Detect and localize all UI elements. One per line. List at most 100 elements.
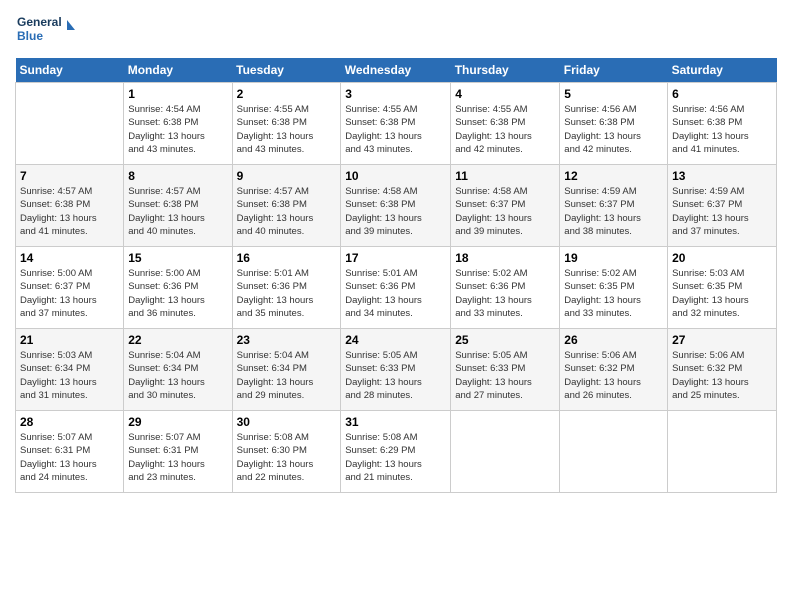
day-info: Sunrise: 5:06 AM Sunset: 6:32 PM Dayligh… (672, 349, 772, 402)
page-container: General Blue SundayMondayTuesdayWednesda… (0, 0, 792, 503)
header-sunday: Sunday (16, 58, 124, 83)
day-number: 6 (672, 87, 772, 101)
day-cell: 14Sunrise: 5:00 AM Sunset: 6:37 PM Dayli… (16, 247, 124, 329)
header-saturday: Saturday (668, 58, 777, 83)
day-info: Sunrise: 5:03 AM Sunset: 6:35 PM Dayligh… (672, 267, 772, 320)
day-cell: 25 Sunrise: 5:05 AM Sunset: 6:33 PM Dayli… (451, 329, 560, 411)
day-cell: 17 Sunrise: 5:01 AM Sunset: 6:36 PM Dayli… (341, 247, 451, 329)
header: General Blue (15, 10, 777, 50)
day-cell: 5Sunrise: 4:56 AM Sunset: 6:38 PM Daylig… (560, 83, 668, 165)
day-cell (560, 411, 668, 493)
day-cell: 29Sunrise: 5:07 AM Sunset: 6:31 PM Dayli… (124, 411, 232, 493)
day-info: Sunrise: 4:55 AM Sunset: 6:38 PM Dayligh… (455, 103, 555, 156)
day-info: Sunrise: 5:07 AM Sunset: 6:31 PM Dayligh… (20, 431, 119, 484)
day-info: Sunrise: 4:58 AM Sunset: 6:37 PM Dayligh… (455, 185, 555, 238)
day-info: Sunrise: 5:01 AM Sunset: 6:36 PM Dayligh… (237, 267, 337, 320)
day-cell: 24 Sunrise: 5:05 AM Sunset: 6:33 PM Dayli… (341, 329, 451, 411)
day-number: 12 (564, 169, 663, 183)
week-row-3: 14Sunrise: 5:00 AM Sunset: 6:37 PM Dayli… (16, 247, 777, 329)
day-cell: 27 Sunrise: 5:06 AM Sunset: 6:32 PM Dayli… (668, 329, 777, 411)
day-cell: 23 Sunrise: 5:04 AM Sunset: 6:34 PM Dayli… (232, 329, 341, 411)
header-thursday: Thursday (451, 58, 560, 83)
day-cell: 1Sunrise: 4:54 AM Sunset: 6:38 PM Daylig… (124, 83, 232, 165)
day-info: Sunrise: 5:04 AM Sunset: 6:34 PM Dayligh… (128, 349, 227, 402)
day-number: 28 (20, 415, 119, 429)
day-cell (451, 411, 560, 493)
day-info: Sunrise: 5:07 AM Sunset: 6:31 PM Dayligh… (128, 431, 227, 484)
header-monday: Monday (124, 58, 232, 83)
header-wednesday: Wednesday (341, 58, 451, 83)
day-info: Sunrise: 4:56 AM Sunset: 6:38 PM Dayligh… (564, 103, 663, 156)
day-number: 27 (672, 333, 772, 347)
day-info: Sunrise: 5:03 AM Sunset: 6:34 PM Dayligh… (20, 349, 119, 402)
day-number: 9 (237, 169, 337, 183)
day-number: 11 (455, 169, 555, 183)
week-row-1: 1Sunrise: 4:54 AM Sunset: 6:38 PM Daylig… (16, 83, 777, 165)
day-number: 2 (237, 87, 337, 101)
svg-text:Blue: Blue (17, 29, 43, 43)
day-number: 15 (128, 251, 227, 265)
day-number: 4 (455, 87, 555, 101)
day-info: Sunrise: 4:58 AM Sunset: 6:38 PM Dayligh… (345, 185, 446, 238)
week-row-2: 7Sunrise: 4:57 AM Sunset: 6:38 PM Daylig… (16, 165, 777, 247)
day-cell: 11 Sunrise: 4:58 AM Sunset: 6:37 PM Dayli… (451, 165, 560, 247)
day-cell: 18 Sunrise: 5:02 AM Sunset: 6:36 PM Dayli… (451, 247, 560, 329)
day-number: 16 (237, 251, 337, 265)
day-info: Sunrise: 5:01 AM Sunset: 6:36 PM Dayligh… (345, 267, 446, 320)
header-tuesday: Tuesday (232, 58, 341, 83)
week-row-5: 28 Sunrise: 5:07 AM Sunset: 6:31 PM Dayli… (16, 411, 777, 493)
day-info: Sunrise: 5:02 AM Sunset: 6:36 PM Dayligh… (455, 267, 555, 320)
day-number: 22 (128, 333, 227, 347)
day-number: 10 (345, 169, 446, 183)
day-number: 3 (345, 87, 446, 101)
day-info: Sunrise: 5:02 AM Sunset: 6:35 PM Dayligh… (564, 267, 663, 320)
day-info: Sunrise: 5:06 AM Sunset: 6:32 PM Dayligh… (564, 349, 663, 402)
day-number: 21 (20, 333, 119, 347)
day-number: 19 (564, 251, 663, 265)
day-cell (16, 83, 124, 165)
day-cell: 19 Sunrise: 5:02 AM Sunset: 6:35 PM Dayli… (560, 247, 668, 329)
day-cell: 12 Sunrise: 4:59 AM Sunset: 6:37 PM Dayli… (560, 165, 668, 247)
day-cell: 21 Sunrise: 5:03 AM Sunset: 6:34 PM Dayli… (16, 329, 124, 411)
day-cell: 2 Sunrise: 4:55 AM Sunset: 6:38 PM Daylig… (232, 83, 341, 165)
day-number: 25 (455, 333, 555, 347)
day-cell: 15Sunrise: 5:00 AM Sunset: 6:36 PM Dayli… (124, 247, 232, 329)
calendar-table: SundayMondayTuesdayWednesdayThursdayFrid… (15, 58, 777, 493)
logo-svg: General Blue (15, 10, 75, 50)
day-info: Sunrise: 4:57 AM Sunset: 6:38 PM Dayligh… (237, 185, 337, 238)
day-info: Sunrise: 5:04 AM Sunset: 6:34 PM Dayligh… (237, 349, 337, 402)
day-cell: 9 Sunrise: 4:57 AM Sunset: 6:38 PM Daylig… (232, 165, 341, 247)
day-number: 24 (345, 333, 446, 347)
day-info: Sunrise: 4:55 AM Sunset: 6:38 PM Dayligh… (345, 103, 446, 156)
day-info: Sunrise: 5:08 AM Sunset: 6:30 PM Dayligh… (237, 431, 337, 484)
day-cell: 16 Sunrise: 5:01 AM Sunset: 6:36 PM Dayli… (232, 247, 341, 329)
week-row-4: 21 Sunrise: 5:03 AM Sunset: 6:34 PM Dayli… (16, 329, 777, 411)
day-info: Sunrise: 4:57 AM Sunset: 6:38 PM Dayligh… (20, 185, 119, 238)
day-info: Sunrise: 4:56 AM Sunset: 6:38 PM Dayligh… (672, 103, 772, 156)
day-info: Sunrise: 5:00 AM Sunset: 6:37 PM Dayligh… (20, 267, 119, 320)
day-cell: 28 Sunrise: 5:07 AM Sunset: 6:31 PM Dayli… (16, 411, 124, 493)
day-cell (668, 411, 777, 493)
day-info: Sunrise: 4:59 AM Sunset: 6:37 PM Dayligh… (564, 185, 663, 238)
day-number: 18 (455, 251, 555, 265)
header-friday: Friday (560, 58, 668, 83)
svg-text:General: General (17, 15, 62, 29)
day-cell: 20Sunrise: 5:03 AM Sunset: 6:35 PM Dayli… (668, 247, 777, 329)
day-number: 23 (237, 333, 337, 347)
day-number: 26 (564, 333, 663, 347)
day-number: 31 (345, 415, 446, 429)
day-info: Sunrise: 4:59 AM Sunset: 6:37 PM Dayligh… (672, 185, 772, 238)
day-number: 13 (672, 169, 772, 183)
day-cell: 26 Sunrise: 5:06 AM Sunset: 6:32 PM Dayli… (560, 329, 668, 411)
day-number: 8 (128, 169, 227, 183)
day-cell: 4 Sunrise: 4:55 AM Sunset: 6:38 PM Daylig… (451, 83, 560, 165)
day-number: 17 (345, 251, 446, 265)
day-number: 1 (128, 87, 227, 101)
day-info: Sunrise: 5:05 AM Sunset: 6:33 PM Dayligh… (345, 349, 446, 402)
day-cell: 22 Sunrise: 5:04 AM Sunset: 6:34 PM Dayli… (124, 329, 232, 411)
day-info: Sunrise: 5:05 AM Sunset: 6:33 PM Dayligh… (455, 349, 555, 402)
calendar-header-row: SundayMondayTuesdayWednesdayThursdayFrid… (16, 58, 777, 83)
day-info: Sunrise: 4:55 AM Sunset: 6:38 PM Dayligh… (237, 103, 337, 156)
logo: General Blue (15, 10, 75, 50)
day-number: 30 (237, 415, 337, 429)
